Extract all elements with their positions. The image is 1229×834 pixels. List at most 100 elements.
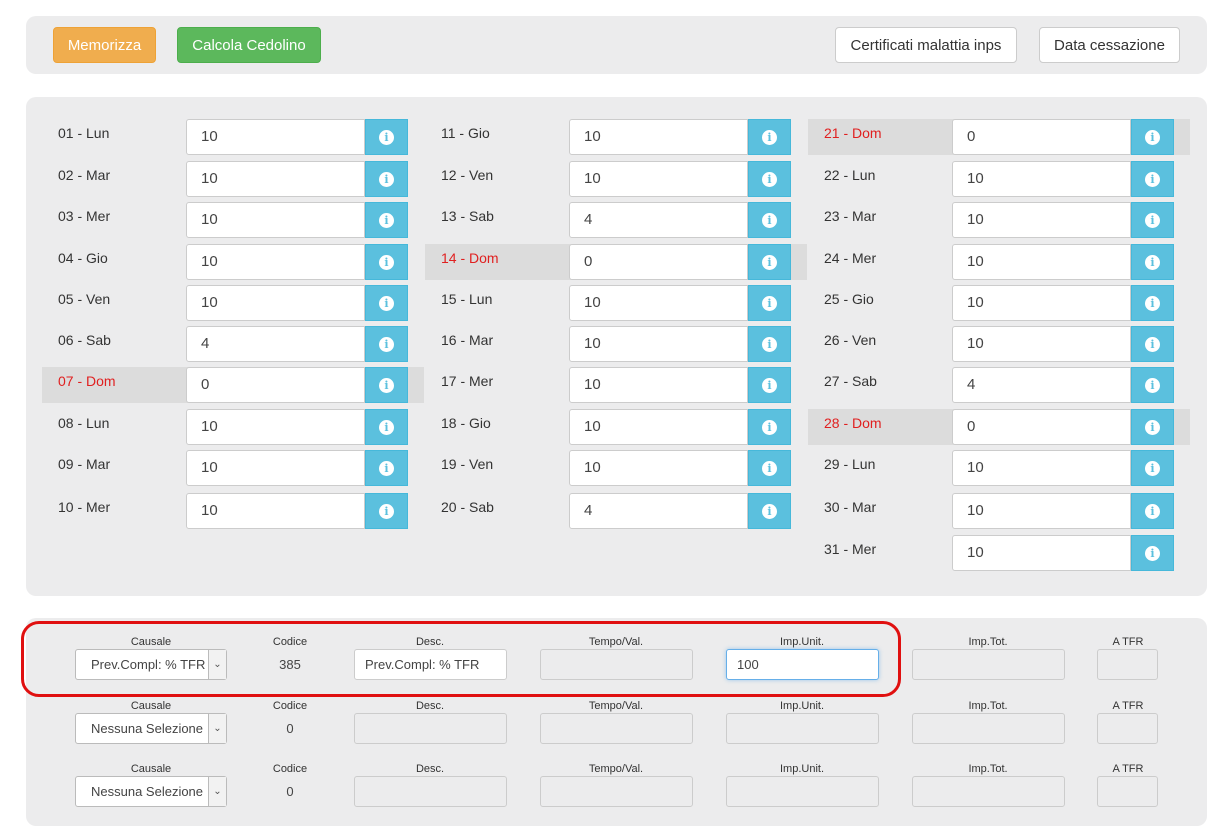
unit-amount-field[interactable]: 100 <box>726 649 879 680</box>
day-info-button[interactable]: i <box>748 326 791 362</box>
day-hours-input[interactable]: 4 <box>569 493 748 529</box>
day-info-button[interactable]: i <box>748 244 791 280</box>
day-hours-input[interactable]: 0 <box>186 367 365 403</box>
day-info-button[interactable]: i <box>1131 326 1174 362</box>
day-info-button[interactable]: i <box>365 161 408 197</box>
day-info-button[interactable]: i <box>365 409 408 445</box>
day-info-button[interactable]: i <box>365 493 408 529</box>
day-hours-input[interactable]: 10 <box>186 450 365 486</box>
day-info-button[interactable]: i <box>748 493 791 529</box>
time-value-field[interactable] <box>540 649 693 680</box>
day-row: 27 - Sab 4 i <box>808 367 1174 403</box>
day-info-button[interactable]: i <box>748 119 791 155</box>
day-hours-input[interactable]: 10 <box>952 450 1131 486</box>
unit-amount-field[interactable] <box>726 713 879 744</box>
day-hours-input[interactable]: 10 <box>186 244 365 280</box>
day-hours-input[interactable]: 10 <box>952 285 1131 321</box>
causale-select[interactable]: Prev.Compl: % TFR ⌄ <box>75 649 227 680</box>
total-amount-field[interactable] <box>912 776 1065 807</box>
day-info-button[interactable]: i <box>1131 244 1174 280</box>
day-hours-input[interactable]: 10 <box>952 161 1131 197</box>
chevron-down-icon[interactable]: ⌄ <box>208 714 226 743</box>
day-info-button[interactable]: i <box>748 367 791 403</box>
day-hours-input[interactable]: 4 <box>569 202 748 238</box>
termination-date-button[interactable]: Data cessazione <box>1039 27 1180 63</box>
description-field[interactable] <box>354 776 507 807</box>
day-hours-input[interactable]: 0 <box>952 409 1131 445</box>
day-label: 26 - Ven <box>824 332 877 348</box>
day-info-button[interactable]: i <box>1131 119 1174 155</box>
day-info-button[interactable]: i <box>748 202 791 238</box>
day-info-button[interactable]: i <box>365 367 408 403</box>
day-hours-input[interactable]: 10 <box>569 409 748 445</box>
chevron-down-icon[interactable]: ⌄ <box>208 650 226 679</box>
day-row: 06 - Sab 4 i <box>42 326 408 362</box>
day-info-button[interactable]: i <box>365 119 408 155</box>
day-hours-input[interactable]: 10 <box>186 161 365 197</box>
imp_unit-header: Imp.Unit. <box>779 700 824 712</box>
time-value-field[interactable] <box>540 776 693 807</box>
chevron-down-icon[interactable]: ⌄ <box>208 777 226 806</box>
day-hours-input[interactable]: 10 <box>569 450 748 486</box>
day-hours-input[interactable]: 10 <box>569 367 748 403</box>
tfr-field[interactable] <box>1097 649 1158 680</box>
calculate-payslip-button[interactable]: Calcola Cedolino <box>177 27 321 63</box>
day-row: 15 - Lun 10 i <box>425 285 791 321</box>
day-hours-input[interactable]: 10 <box>569 285 748 321</box>
day-hours-input[interactable]: 10 <box>569 119 748 155</box>
day-info-button[interactable]: i <box>1131 285 1174 321</box>
day-info-button[interactable]: i <box>1131 161 1174 197</box>
day-label: 14 - Dom <box>441 250 499 266</box>
day-row: 01 - Lun 10 i <box>42 119 408 155</box>
tfr-field[interactable] <box>1097 776 1158 807</box>
day-hours-input[interactable]: 4 <box>952 367 1131 403</box>
day-info-button[interactable]: i <box>748 285 791 321</box>
day-hours-input[interactable]: 10 <box>952 493 1131 529</box>
day-hours-input[interactable]: 10 <box>186 202 365 238</box>
day-hours-input[interactable]: 10 <box>952 535 1131 571</box>
day-info-button[interactable]: i <box>365 285 408 321</box>
day-info-button[interactable]: i <box>1131 450 1174 486</box>
day-label: 10 - Mer <box>58 499 111 515</box>
day-info-button[interactable]: i <box>1131 535 1174 571</box>
day-info-button[interactable]: i <box>1131 202 1174 238</box>
day-hours-input[interactable]: 4 <box>186 326 365 362</box>
day-info-button[interactable]: i <box>1131 493 1174 529</box>
description-field[interactable] <box>354 713 507 744</box>
tfr-field[interactable] <box>1097 713 1158 744</box>
causale-header: Causale <box>130 636 172 648</box>
total-amount-field[interactable] <box>912 649 1065 680</box>
day-hours-input[interactable]: 10 <box>952 326 1131 362</box>
causale-select[interactable]: Nessuna Selezione ⌄ <box>75 776 227 807</box>
unit-amount-field[interactable] <box>726 776 879 807</box>
day-label: 13 - Sab <box>441 208 494 224</box>
day-info-button[interactable]: i <box>365 244 408 280</box>
causale-select[interactable]: Nessuna Selezione ⌄ <box>75 713 227 744</box>
save-button[interactable]: Memorizza <box>53 27 156 63</box>
day-row: 25 - Gio 10 i <box>808 285 1174 321</box>
day-hours-input[interactable]: 10 <box>569 161 748 197</box>
day-info-button[interactable]: i <box>365 450 408 486</box>
day-info-button[interactable]: i <box>1131 409 1174 445</box>
day-hours-input[interactable]: 0 <box>952 119 1131 155</box>
time-value-field[interactable] <box>540 713 693 744</box>
day-info-button[interactable]: i <box>1131 367 1174 403</box>
day-hours-input[interactable]: 10 <box>569 326 748 362</box>
day-info-button[interactable]: i <box>365 202 408 238</box>
day-info-button[interactable]: i <box>748 450 791 486</box>
day-hours-input[interactable]: 10 <box>186 493 365 529</box>
day-hours-input[interactable]: 10 <box>952 202 1131 238</box>
day-hours-input[interactable]: 0 <box>569 244 748 280</box>
day-info-button[interactable]: i <box>748 409 791 445</box>
total-amount-field[interactable] <box>912 713 1065 744</box>
inps-sickness-certificates-button[interactable]: Certificati malattia inps <box>835 27 1017 63</box>
day-row: 23 - Mar 10 i <box>808 202 1174 238</box>
day-hours-input[interactable]: 10 <box>952 244 1131 280</box>
info-icon: i <box>762 503 777 519</box>
description-field[interactable]: Prev.Compl: % TFR <box>354 649 507 680</box>
day-hours-input[interactable]: 10 <box>186 119 365 155</box>
day-info-button[interactable]: i <box>748 161 791 197</box>
day-hours-input[interactable]: 10 <box>186 285 365 321</box>
day-info-button[interactable]: i <box>365 326 408 362</box>
day-hours-input[interactable]: 10 <box>186 409 365 445</box>
